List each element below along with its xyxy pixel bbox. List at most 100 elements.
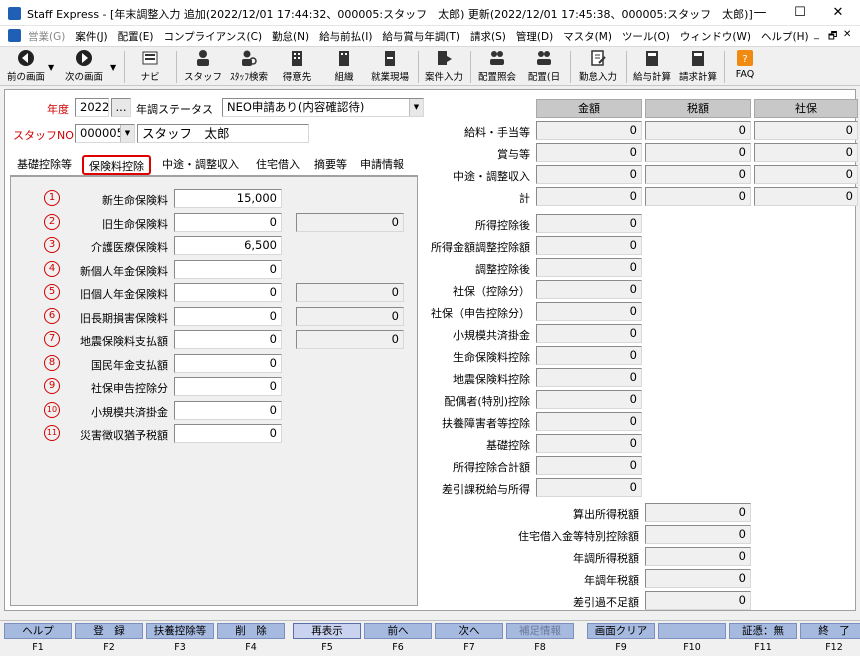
menu-billing[interactable]: 請求(S) [470,31,506,43]
deduction-value-field: 0 [536,478,642,497]
fkey-button-f2[interactable]: 登 録 [75,623,143,639]
fkey-button-f4[interactable]: 削 除 [217,623,285,639]
menu-attendance[interactable]: 勤怠(N) [272,31,309,43]
tab-application-info[interactable]: 申請情報 [355,155,409,175]
maximize-button[interactable]: ☐ [780,2,820,24]
fkey-button-f11[interactable]: 証憑：無 [729,623,797,639]
year-field[interactable]: 2022 [75,98,109,117]
insurance-amount-field[interactable]: 0 [174,307,282,326]
staff-search-button[interactable]: ｽﾀｯﾌ検索 [226,49,272,85]
fkey-button-f8[interactable]: 補足情報 [506,623,574,639]
title-bar: Staff Express - [年末調整入力 追加(2022/12/01 17… [0,0,860,26]
menu-case[interactable]: 案件(J) [75,31,107,43]
insurance-amount-field[interactable]: 0 [174,330,282,349]
staff-no-select[interactable]: 000005 ▼ [75,124,135,143]
prev-screen-button[interactable]: 前の画面 [4,49,48,85]
calculator-icon [646,51,658,66]
fkey-button-f9[interactable]: 画面クリア [587,623,655,639]
summary-label: 年調年税額 [584,574,639,587]
tax-field: 0 [645,165,751,184]
year-lookup-button[interactable]: ... [111,98,131,117]
menu-sales[interactable]: 営業(G) [28,31,65,43]
edit-document-icon [591,50,606,66]
building-icon [292,51,302,66]
fkey-button-f12[interactable]: 終 了 [800,623,860,639]
insurance-amount-field[interactable]: 6,500 [174,236,282,255]
menu-payroll[interactable]: 給与賞与年調(T) [382,31,460,43]
insurance-amount-field[interactable]: 0 [174,354,282,373]
amount-field: 0 [536,187,642,206]
prev-dropdown-icon[interactable]: ▼ [48,63,54,72]
insurance-amount-field[interactable]: 15,000 [174,189,282,208]
row-number-badge: 10 [44,402,60,418]
next-dropdown-icon[interactable]: ▼ [110,63,116,72]
tab-remarks[interactable]: 摘要等 [309,155,352,175]
navi-button[interactable]: ナビ [130,49,170,85]
insurance-amount-field[interactable]: 0 [174,424,282,443]
mdi-minimize-button[interactable]: _ [814,29,819,40]
fkey-button-f3[interactable]: 扶養控除等 [146,623,214,639]
tab-insurance-deduction[interactable]: 保険料控除 [82,155,151,175]
minimize-button[interactable]: — [740,2,780,24]
summary-label: 計 [519,192,530,205]
insurance-amount-field[interactable]: 0 [174,401,282,420]
amount-field: 0 [536,121,642,140]
next-screen-button[interactable]: 次の画面 [60,49,108,85]
work-site-button[interactable]: 就業現場 [366,49,414,85]
fkey-number: F3 [174,642,186,653]
menu-window[interactable]: ウィンドウ(W) [680,31,751,43]
fkey-button-f7[interactable]: 次へ [435,623,503,639]
menu-compliance[interactable]: コンプライアンス(C) [163,31,262,43]
status-select[interactable]: NEO申請あり(内容確認待) ▼ [222,98,424,117]
row-number-badge: 8 [44,355,60,371]
deduction-value-field: 0 [536,280,642,299]
tax-result-field: 0 [645,591,751,610]
fkey-button-f6[interactable]: 前へ [364,623,432,639]
fkey-number: F12 [825,642,843,653]
mdi-restore-button[interactable]: 🗗 [828,29,837,46]
insurance-amount-field[interactable]: 0 [174,213,282,232]
case-input-button[interactable]: 案件入力 [422,49,466,85]
staff-no-label: スタッフNO [13,129,74,142]
assign-ref-button[interactable]: 配置照会 [474,49,520,85]
calculator-icon [692,51,704,66]
summary-label: 小規模共済掛金 [453,329,530,342]
forward-arrow-icon [76,50,92,66]
payroll-calc-button[interactable]: 給与計算 [630,49,674,85]
status-label: 年調ステータス [136,103,213,116]
fkey-button-f5[interactable]: 再表示 [293,623,361,639]
toolbar-separator [724,51,725,83]
fkey-button-f1[interactable]: ヘルプ [4,623,72,639]
menu-admin[interactable]: 管理(D) [516,31,553,43]
chevron-down-icon[interactable]: ▼ [120,125,134,142]
staff-button[interactable]: スタッフ [182,49,224,85]
insurance-label: 旧個人年金保険料 [80,288,168,301]
summary-label: 中途・調整収入 [453,170,530,183]
summary-label: 所得控除後 [475,219,530,232]
menu-assign[interactable]: 配置(E) [118,31,154,43]
menu-tools[interactable]: ツール(O) [622,31,670,43]
insurance-amount-field[interactable]: 0 [174,377,282,396]
status-value: NEO申請あり(内容確認待) [227,100,365,114]
menu-prepay[interactable]: 給与前払(I) [319,31,372,43]
insurance-deduction-field: 0 [296,213,404,232]
close-button[interactable]: ✕ [818,2,858,24]
tab-basic-deduction[interactable]: 基礎控除等 [12,155,77,175]
faq-button[interactable]: ? FAQ [728,49,762,85]
navi-icon [142,51,158,65]
chevron-down-icon[interactable]: ▼ [409,99,423,116]
deduction-value-field: 0 [536,302,642,321]
mdi-close-button[interactable]: ✕ [843,29,851,40]
menu-help[interactable]: ヘルプ(H) [761,31,809,43]
tab-housing-loan[interactable]: 住宅借入 [251,155,305,175]
organization-button[interactable]: 組織 [326,49,362,85]
insurance-amount-field[interactable]: 0 [174,283,282,302]
fkey-button-f10[interactable] [658,623,726,639]
client-button[interactable]: 得意先 [276,49,318,85]
tab-midway-income[interactable]: 中途・調整収入 [157,155,244,175]
menu-master[interactable]: マスタ(M) [563,31,612,43]
billing-calc-button[interactable]: 請求計算 [676,49,720,85]
attendance-input-button[interactable]: 勤怠入力 [574,49,622,85]
insurance-amount-field[interactable]: 0 [174,260,282,279]
assign-day-button[interactable]: 配置(日 [524,49,564,85]
